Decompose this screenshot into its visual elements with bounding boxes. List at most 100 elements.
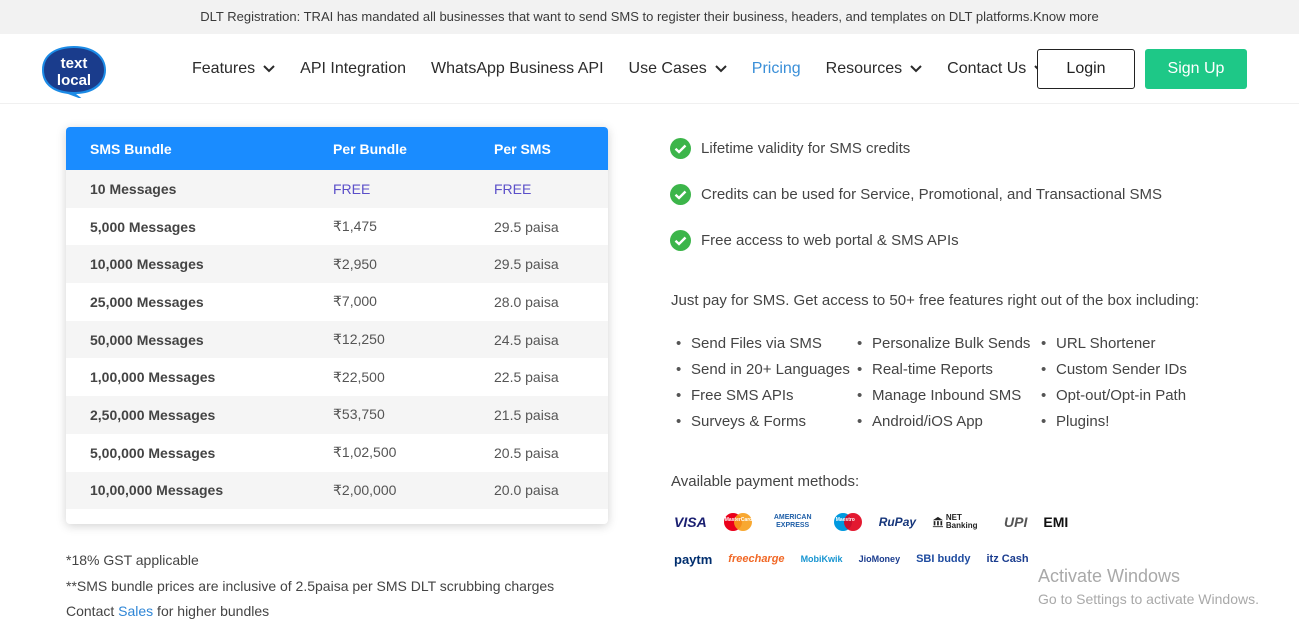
bank-icon	[932, 516, 944, 528]
amex-logo: AMERICAN EXPRESS	[773, 514, 812, 529]
benefit-text: Credits can be used for Service, Promoti…	[701, 186, 1163, 203]
site-header: text local Features API Integration What…	[0, 34, 1299, 104]
benefit-item: Free access to web portal & SMS APIs	[670, 229, 1162, 252]
features-list: Send Files via SMS Send in 20+ Languages…	[676, 333, 1187, 437]
per-bundle-cell: ₹1,475	[333, 218, 377, 235]
chevron-down-icon	[263, 65, 275, 73]
rupay-logo: RuPay	[878, 515, 917, 529]
dlt-banner: DLT Registration: TRAI has mandated all …	[0, 0, 1299, 34]
nav-features-label: Features	[192, 60, 256, 77]
activate-windows-watermark: Activate Windows Go to Settings to activ…	[1038, 566, 1259, 607]
benefit-item: Credits can be used for Service, Promoti…	[670, 183, 1162, 206]
table-row: 1,00,000 Messages ₹22,500 22.5 paisa	[66, 358, 608, 396]
bundle-cell: 10 Messages	[90, 180, 177, 197]
watermark-subtitle: Go to Settings to activate Windows.	[1038, 591, 1259, 607]
nav-whatsapp-business-api[interactable]: WhatsApp Business API	[431, 60, 604, 78]
per-sms-cell: 24.5 paisa	[494, 331, 559, 348]
emi-logo: EMI	[1043, 514, 1069, 530]
chevron-down-icon	[910, 65, 922, 73]
main-nav: Features API Integration WhatsApp Busine…	[192, 34, 1071, 104]
upi-logo: UPI	[1004, 514, 1028, 530]
dlt-note: **SMS bundle prices are inclusive of 2.5…	[66, 577, 555, 594]
benefit-text: Free access to web portal & SMS APIs	[701, 232, 959, 249]
nav-features[interactable]: Features	[192, 60, 275, 78]
table-row: 25,000 Messages ₹7,000 28.0 paisa	[66, 283, 608, 321]
per-bundle-cell: ₹2,00,000	[333, 481, 397, 498]
logo-line1: text	[61, 55, 88, 72]
bundle-cell: 2,50,000 Messages	[90, 406, 216, 423]
feature-item: Android/iOS App	[857, 411, 1041, 437]
bundle-cell: 10,000 Messages	[90, 256, 204, 273]
per-bundle-cell: ₹7,000	[333, 293, 377, 310]
nav-api-integration[interactable]: API Integration	[300, 60, 406, 78]
check-circle-icon	[670, 138, 691, 159]
nav-api-integration-label: API Integration	[300, 60, 406, 77]
textlocal-logo[interactable]: text local	[38, 42, 110, 100]
per-bundle-cell: ₹2,950	[333, 255, 377, 272]
nav-contact-us-label: Contact Us	[947, 60, 1027, 77]
bundle-cell: 1,00,000 Messages	[90, 369, 216, 386]
benefit-text: Lifetime validity for SMS credits	[701, 140, 911, 157]
bundle-cell: 10,00,000 Messages	[90, 482, 224, 499]
contact-suffix: for higher bundles	[153, 603, 270, 619]
per-sms-cell: 29.5 paisa	[494, 256, 559, 273]
feature-item: Real-time Reports	[857, 359, 1041, 385]
logo-line2: local	[57, 72, 91, 89]
nav-contact-us[interactable]: Contact Us	[947, 60, 1047, 78]
per-bundle-cell: ₹53,750	[333, 406, 385, 423]
features-column: Personalize Bulk Sends Real-time Reports…	[857, 333, 1041, 437]
per-sms-cell: 29.5 paisa	[494, 218, 559, 235]
bundle-cell: 5,000 Messages	[90, 218, 196, 235]
table-row: 10,000 Messages ₹2,950 29.5 paisa	[66, 245, 608, 284]
pricing-table-header: SMS Bundle Per Bundle Per SMS	[66, 127, 608, 170]
bundle-cell: 5,00,000 Messages	[90, 444, 216, 461]
feature-item: Send Files via SMS	[676, 333, 857, 359]
jiomoney-logo: JioMoney	[858, 554, 901, 564]
banner-text: DLT Registration: TRAI has mandated all …	[200, 9, 1033, 24]
feature-item: URL Shortener	[1041, 333, 1187, 359]
header-per-bundle: Per Bundle	[333, 140, 407, 157]
table-row: 50,000 Messages ₹12,250 24.5 paisa	[66, 320, 608, 359]
check-circle-icon	[670, 230, 691, 251]
table-row: 5,000 Messages ₹1,475 29.5 paisa	[66, 208, 608, 246]
sbibuddy-logo: SBI buddy	[916, 553, 971, 565]
sales-link[interactable]: Sales	[118, 603, 153, 619]
paytm-logo: paytm	[674, 551, 713, 567]
per-sms-cell: 20.0 paisa	[494, 482, 559, 499]
pricing-notes: *18% GST applicable **SMS bundle prices …	[66, 548, 554, 624]
bundle-cell: 25,000 Messages	[90, 293, 204, 310]
nav-pricing[interactable]: Pricing	[752, 60, 801, 78]
know-more-link[interactable]: Know more	[1033, 9, 1099, 24]
contact-note: Contact Sales for higher bundles	[66, 599, 554, 624]
per-sms-cell: 20.5 paisa	[494, 444, 559, 461]
gst-note: *18% GST applicable	[66, 552, 199, 568]
check-circle-icon	[670, 184, 691, 205]
per-bundle-cell: ₹12,250	[333, 331, 385, 348]
features-column: Send Files via SMS Send in 20+ Languages…	[676, 333, 857, 437]
signup-button[interactable]: Sign Up	[1145, 49, 1247, 89]
per-sms-cell: FREE	[494, 180, 532, 197]
nav-resources-label: Resources	[825, 60, 903, 77]
itzcash-logo: itz Cash	[986, 553, 1029, 565]
feature-item: Plugins!	[1041, 411, 1187, 437]
nav-whatsapp-label: WhatsApp Business API	[430, 60, 604, 77]
per-bundle-cell: ₹22,500	[333, 368, 385, 385]
payment-methods-title: Available payment methods:	[671, 473, 860, 490]
feature-item: Opt-out/Opt-in Path	[1041, 385, 1187, 411]
nav-use-cases[interactable]: Use Cases	[629, 60, 727, 78]
features-intro: Just pay for SMS. Get access to 50+ free…	[671, 292, 1200, 309]
mobikwik-logo: MobiKwik	[800, 554, 843, 564]
freecharge-logo: freecharge	[728, 553, 785, 565]
per-bundle-cell: FREE	[333, 180, 371, 197]
feature-item: Personalize Bulk Sends	[857, 333, 1041, 359]
feature-item: Manage Inbound SMS	[857, 385, 1041, 411]
nav-resources[interactable]: Resources	[826, 60, 922, 78]
table-row: 5,00,000 Messages ₹1,02,500 20.5 paisa	[66, 434, 608, 472]
contact-prefix: Contact	[66, 603, 119, 619]
login-button[interactable]: Login	[1037, 49, 1135, 89]
features-column: URL Shortener Custom Sender IDs Opt-out/…	[1041, 333, 1187, 437]
per-sms-cell: 28.0 paisa	[494, 293, 559, 310]
watermark-title: Activate Windows	[1038, 566, 1181, 586]
per-sms-cell: 21.5 paisa	[494, 406, 559, 423]
feature-item: Free SMS APIs	[676, 385, 857, 411]
